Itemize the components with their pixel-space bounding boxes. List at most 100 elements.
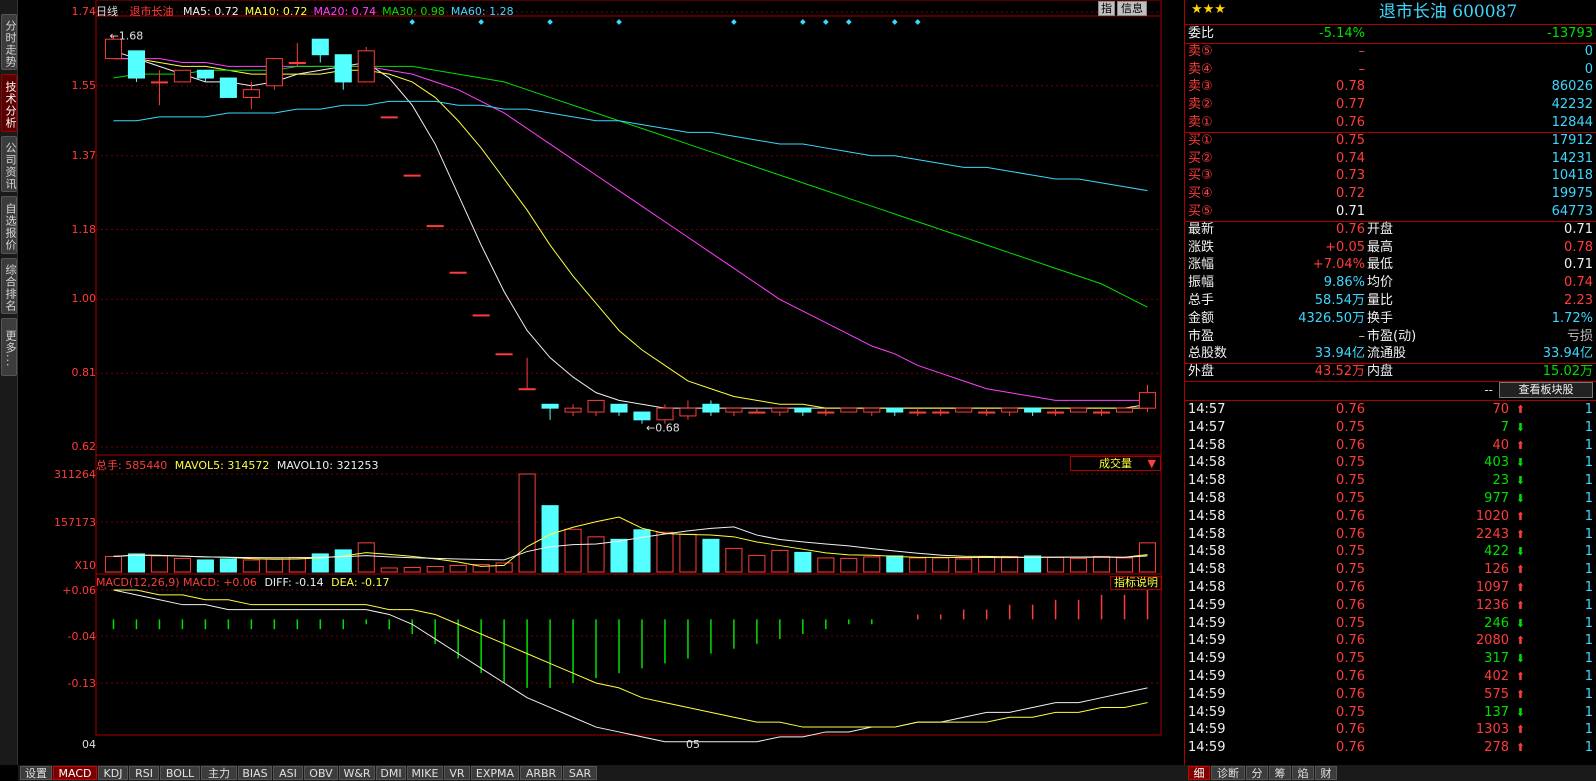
- indicator-tab-15[interactable]: SAR: [563, 766, 597, 780]
- event-marker-icon: [800, 19, 806, 25]
- chart-canvas[interactable]: ←1.68 ←0.68: [18, 0, 1184, 765]
- volume-bar: [1093, 555, 1111, 573]
- event-marker-icon: [478, 19, 484, 25]
- indicator-tab-3[interactable]: RSI: [129, 766, 159, 780]
- tick-time: 14:59: [1188, 615, 1226, 631]
- left-tab-5[interactable]: 更多...: [1, 318, 17, 376]
- kline-chart-area[interactable]: ←1.68 ←0.68 日线 退市长油 MA5: 0.72 MA10: 0.72 MA…: [18, 0, 1184, 765]
- tick-price: 0.75: [1336, 704, 1365, 720]
- tick-volume: 1097: [1475, 580, 1509, 595]
- panel-tab-1[interactable]: 诊断: [1211, 766, 1245, 780]
- indicator-tab-11[interactable]: MIKE: [407, 766, 443, 780]
- volume-indicator-selector[interactable]: 成交量 ▼: [1070, 456, 1161, 471]
- stat-label: 总股数: [1188, 346, 1228, 362]
- ask-volume: 42232: [1551, 97, 1593, 113]
- stat-value: 33.94亿: [1314, 346, 1365, 362]
- volume-bar: [771, 549, 789, 573]
- tick-price: 0.76: [1336, 740, 1365, 756]
- volume-bar: [1070, 557, 1088, 573]
- indicator-tab-1[interactable]: MACD: [53, 766, 97, 780]
- indicator-tab-5[interactable]: 主力: [201, 766, 237, 780]
- volume-bar: [978, 556, 996, 573]
- stat-value: 58.54万: [1314, 293, 1365, 308]
- panel-tab-4[interactable]: 焰: [1292, 766, 1314, 780]
- bid-volume: 17912: [1551, 132, 1593, 148]
- left-tab-4[interactable]: 综合排名: [1, 258, 17, 314]
- tick-time: 14:59: [1188, 651, 1226, 667]
- indicator-tab-8[interactable]: OBV: [304, 766, 338, 780]
- ask-row: 卖② 0.77 42232: [1185, 96, 1596, 114]
- indicator-tab-9[interactable]: W&R: [339, 766, 375, 780]
- volume-bar: [265, 558, 283, 573]
- arrow-down-icon: ⬇: [1515, 456, 1525, 470]
- neipan-value: 15.02万: [1542, 364, 1593, 380]
- left-tab-3[interactable]: 自选报价: [1, 196, 17, 254]
- indicator-tab-4[interactable]: BOLL: [160, 766, 200, 780]
- tick-volume: 403: [1484, 455, 1509, 471]
- arrow-up-icon: ⬆: [1515, 527, 1525, 541]
- tick-time: 14:58: [1188, 544, 1226, 560]
- tick-volume: 40: [1492, 437, 1509, 453]
- arrow-up-icon: ⬆: [1515, 403, 1525, 416]
- trade-tick-row: 14:59 0.76 2080 ⬆ 1: [1185, 632, 1596, 650]
- dropdown-arrow-icon: ▼: [1147, 457, 1156, 470]
- left-tab-2[interactable]: 公司资讯: [1, 136, 17, 192]
- panel-tab-2[interactable]: 分: [1246, 766, 1268, 780]
- panel-tab-5[interactable]: 财: [1315, 766, 1337, 780]
- indicator-tab-10[interactable]: DMI: [376, 766, 406, 780]
- ma30-line: [113, 65, 1148, 308]
- event-marker-icon: [914, 19, 921, 25]
- arrow-up-icon: ⬆: [1515, 634, 1525, 648]
- indicator-tab-12[interactable]: VR: [444, 766, 470, 780]
- waipan-label: 外盘: [1188, 364, 1215, 380]
- panel-tabs: 细诊断分筹焰财: [1184, 765, 1596, 781]
- tick-count: 1: [1584, 597, 1593, 613]
- volume-bar: [955, 558, 973, 573]
- arrow-up-icon: ⬆: [1515, 670, 1525, 683]
- panel-tab-0[interactable]: 细: [1188, 766, 1210, 780]
- candle-body: [725, 407, 743, 413]
- left-tab-0[interactable]: 分时走势: [1, 14, 17, 70]
- chart-frame: [95, 0, 1162, 736]
- event-marker-icon: [731, 19, 737, 25]
- arrow-down-icon: ⬇: [1515, 652, 1525, 666]
- candle-body: [1093, 411, 1111, 414]
- stat-row: 涨跌 +0.05 最高 0.78: [1185, 239, 1596, 257]
- info-button[interactable]: 信息: [1117, 1, 1147, 16]
- candle-body: [150, 81, 168, 84]
- weibi-value: -13793: [1546, 26, 1593, 41]
- indicator-tab-0[interactable]: 设置: [20, 766, 52, 780]
- indicator-tab-7[interactable]: ASI: [273, 766, 303, 780]
- tick-volume: 7: [1500, 419, 1509, 435]
- tick-count: 1: [1584, 419, 1593, 435]
- ma10-line: [113, 58, 1148, 409]
- indicator-tab-13[interactable]: EXPMA: [471, 766, 519, 780]
- trade-tick-row: 14:57 0.76 70 ⬆ 1: [1185, 401, 1596, 419]
- left-tab-1[interactable]: 技术分析: [1, 74, 17, 132]
- indicator-tab-2[interactable]: KDJ: [98, 766, 128, 780]
- stat-value: +7.04%: [1312, 257, 1365, 273]
- zhi-button[interactable]: 指: [1098, 1, 1115, 16]
- indicator-tab-6[interactable]: BIAS: [238, 766, 272, 780]
- ma-legend-item: MA60: 1.28: [450, 5, 514, 18]
- volume-bar: [196, 559, 214, 573]
- candle-body: [978, 411, 996, 414]
- view-sector-button[interactable]: 查看板块股: [1499, 382, 1593, 398]
- indicator-help-button[interactable]: 指标说明: [1110, 576, 1162, 590]
- panel-tab-3[interactable]: 筹: [1269, 766, 1291, 780]
- mavol5-label: MAVOL5: 314572: [174, 459, 270, 472]
- tick-count: 1: [1584, 669, 1593, 684]
- indicator-tab-14[interactable]: ARBR: [520, 766, 562, 780]
- volume-bar: [127, 553, 146, 573]
- tick-price: 0.75: [1336, 651, 1365, 667]
- tick-time: 14:59: [1188, 686, 1226, 702]
- volume-bar: [656, 531, 674, 573]
- stat-value: 9.86%: [1323, 275, 1365, 291]
- bid-price: 0.73: [1336, 168, 1365, 184]
- volume-bar: [564, 528, 582, 573]
- volume-bar: [679, 533, 697, 573]
- candle-body: [196, 69, 214, 79]
- trade-tick-row: 14:58 0.76 40 ⬆ 1: [1185, 437, 1596, 455]
- volume-bar: [541, 505, 559, 573]
- volume-bar: [1047, 556, 1065, 573]
